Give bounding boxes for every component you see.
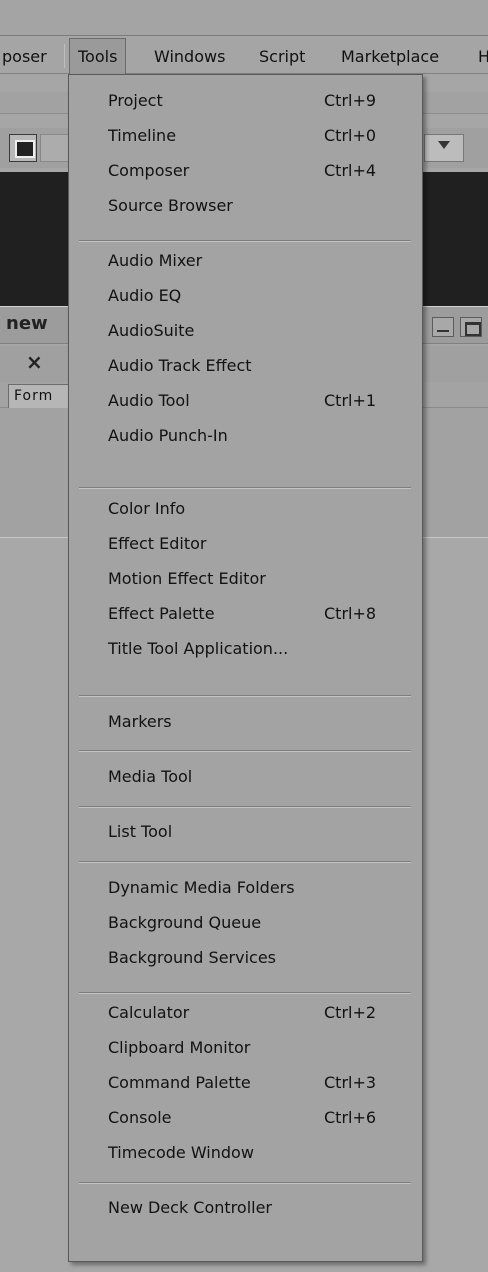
menu-composer[interactable]: poser	[2, 38, 47, 74]
menu-item-label: Title Tool Application...	[108, 639, 289, 658]
menu-separator	[79, 861, 411, 863]
menu-item-label: Audio Tool	[108, 391, 190, 410]
menu-item-shortcut: Ctrl+0	[324, 126, 377, 145]
menu-item-label: Audio Punch-In	[108, 426, 228, 445]
menu-item-shortcut: Ctrl+4	[324, 161, 377, 180]
menu-item-composer[interactable]: Composer Ctrl+4	[69, 155, 422, 189]
menu-item-label: Composer	[108, 161, 190, 180]
menu-help[interactable]: H	[478, 38, 488, 74]
menu-item-motion-effect-editor[interactable]: Motion Effect Editor	[69, 563, 422, 597]
menu-item-list-tool[interactable]: List Tool	[69, 816, 422, 850]
menu-bar: poser Tools Windows Script Marketplace H	[0, 38, 488, 74]
menu-separator	[79, 695, 411, 697]
menu-item-label: List Tool	[108, 822, 173, 841]
menu-item-audio-tool[interactable]: Audio Tool Ctrl+1	[69, 385, 422, 419]
menu-item-audio-punch-in[interactable]: Audio Punch-In	[69, 420, 422, 454]
menu-item-effect-palette[interactable]: Effect Palette Ctrl+8	[69, 598, 422, 632]
menu-item-label: Color Info	[108, 499, 186, 518]
menu-item-label: Timecode Window	[108, 1143, 254, 1162]
menu-item-source-browser[interactable]: Source Browser	[69, 190, 422, 224]
menu-item-label: Background Queue	[108, 913, 262, 932]
menu-item-audio-track-effect[interactable]: Audio Track Effect	[69, 350, 422, 384]
menu-item-label: Audio Track Effect	[108, 356, 252, 375]
menu-item-clipboard-monitor[interactable]: Clipboard Monitor	[69, 1032, 422, 1066]
menu-item-label: Source Browser	[108, 196, 233, 215]
menu-script[interactable]: Script	[259, 38, 305, 74]
menu-item-shortcut: Ctrl+2	[324, 1003, 377, 1022]
menu-item-audio-eq[interactable]: Audio EQ	[69, 280, 422, 314]
menu-item-media-tool[interactable]: Media Tool	[69, 761, 422, 795]
menu-item-label: Command Palette	[108, 1073, 251, 1092]
monitor-view-button[interactable]	[9, 134, 37, 162]
tools-dropdown-menu: Project Ctrl+9 Timeline Ctrl+0 Composer Ctrl+…	[68, 74, 423, 1262]
menu-separator	[79, 750, 411, 752]
menu-windows[interactable]: Windows	[154, 38, 225, 74]
menu-item-audiosuite[interactable]: AudioSuite	[69, 315, 422, 349]
menu-item-label: Console	[108, 1108, 172, 1127]
menu-item-label: Dynamic Media Folders	[108, 878, 295, 897]
menu-item-label: Audio Mixer	[108, 251, 203, 270]
close-icon[interactable]: ×	[26, 350, 43, 374]
menu-separator	[79, 1182, 411, 1184]
menu-item-background-queue[interactable]: Background Queue	[69, 907, 422, 941]
menu-item-shortcut: Ctrl+1	[324, 391, 377, 410]
menu-item-shortcut: Ctrl+9	[324, 91, 377, 110]
menu-item-shortcut: Ctrl+3	[324, 1073, 377, 1092]
menu-item-console[interactable]: Console Ctrl+6	[69, 1102, 422, 1136]
menu-item-effect-editor[interactable]: Effect Editor	[69, 528, 422, 562]
menu-item-label: Media Tool	[108, 767, 193, 786]
menu-separator	[79, 806, 411, 808]
menu-item-new-deck-controller[interactable]: New Deck Controller	[69, 1192, 422, 1226]
menu-item-label: Background Services	[108, 948, 277, 967]
menu-separator	[79, 992, 411, 994]
menu-item-dynamic-media-folders[interactable]: Dynamic Media Folders	[69, 872, 422, 906]
menu-item-label: Effect Editor	[108, 534, 207, 553]
menu-item-label: Effect Palette	[108, 604, 215, 623]
menu-item-markers[interactable]: Markers	[69, 706, 422, 740]
chevron-down-icon	[438, 141, 450, 149]
menu-item-timecode-window[interactable]: Timecode Window	[69, 1137, 422, 1171]
menu-item-audio-mixer[interactable]: Audio Mixer	[69, 245, 422, 279]
menu-item-label: Project	[108, 91, 163, 110]
window-title-strip	[0, 0, 488, 36]
panel-title: new	[6, 313, 48, 334]
maximize-button[interactable]	[460, 317, 482, 337]
menu-tools[interactable]: Tools	[69, 38, 127, 74]
menu-separator	[79, 240, 411, 242]
menu-item-project[interactable]: Project Ctrl+9	[69, 85, 422, 119]
menu-separator	[79, 487, 411, 489]
menu-item-label: Motion Effect Editor	[108, 569, 266, 588]
menu-item-color-info[interactable]: Color Info	[69, 493, 422, 527]
menu-item-label: Clipboard Monitor	[108, 1038, 251, 1057]
minimize-button[interactable]	[432, 317, 454, 337]
menu-item-label: Calculator	[108, 1003, 190, 1022]
menu-item-label: AudioSuite	[108, 321, 195, 340]
menu-item-shortcut: Ctrl+6	[324, 1108, 377, 1127]
menu-marketplace[interactable]: Marketplace	[341, 38, 439, 74]
menu-item-shortcut: Ctrl+8	[324, 604, 377, 623]
menu-item-label: Timeline	[108, 126, 177, 145]
menu-item-label: Audio EQ	[108, 286, 182, 305]
menu-item-label: New Deck Controller	[108, 1198, 272, 1217]
menu-item-timeline[interactable]: Timeline Ctrl+0	[69, 120, 422, 154]
menu-item-calculator[interactable]: Calculator Ctrl+2	[69, 997, 422, 1031]
menu-item-background-services[interactable]: Background Services	[69, 942, 422, 976]
menu-item-label: Markers	[108, 712, 172, 731]
menu-item-command-palette[interactable]: Command Palette Ctrl+3	[69, 1067, 422, 1101]
menu-item-title-tool-application[interactable]: Title Tool Application...	[69, 633, 422, 667]
menu-divider	[64, 44, 65, 68]
